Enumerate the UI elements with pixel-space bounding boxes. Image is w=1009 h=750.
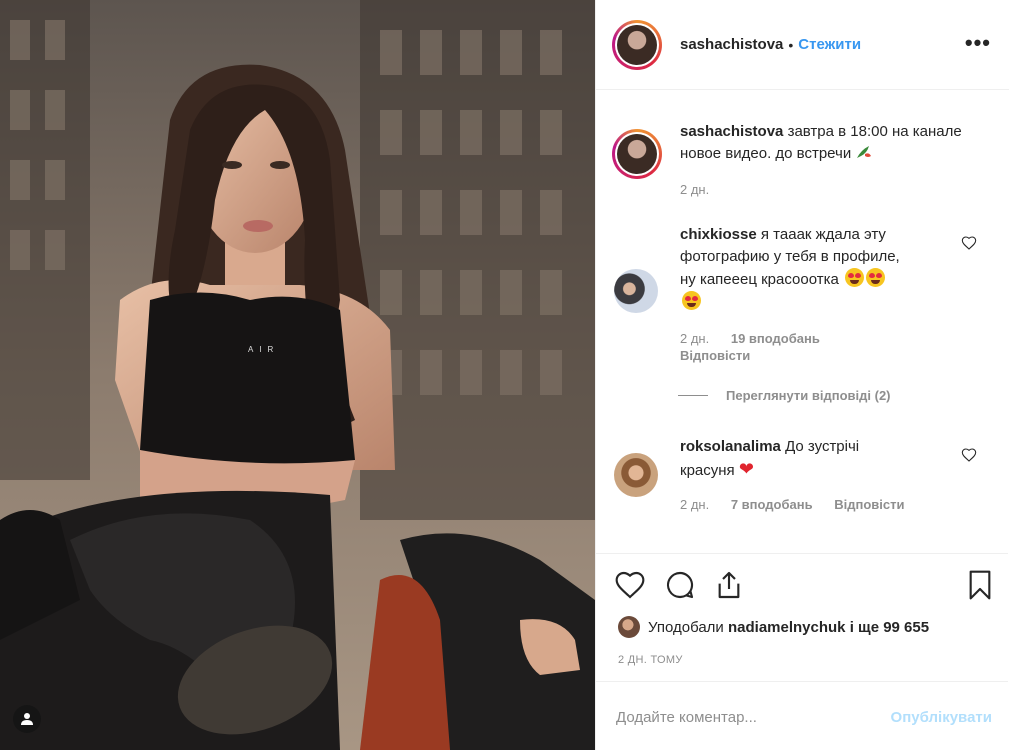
liked-by-summary[interactable]: Уподобали nadiamelnychuk і ще 99 655: [618, 616, 929, 638]
post-header: sashachistova • Стежити •••: [596, 0, 1009, 90]
more-options-icon[interactable]: •••: [965, 30, 991, 56]
publish-comment-button[interactable]: Опублікувати: [891, 709, 992, 726]
author-username[interactable]: sashachistova: [680, 36, 783, 53]
caption-age: 2 дн.: [680, 182, 710, 197]
comment-meta: 2 дн. 7 вподобань Відповісти: [680, 497, 904, 512]
comment-username[interactable]: chixkiosse: [680, 226, 757, 243]
tagged-people-button[interactable]: [13, 705, 41, 733]
follow-button[interactable]: Стежити: [798, 36, 861, 53]
separator-dot: •: [788, 36, 794, 53]
like-comment-heart-icon[interactable]: [961, 235, 977, 251]
caption-username[interactable]: sashachistova: [680, 123, 783, 140]
liked-by-prefix: Уподобали: [648, 618, 724, 636]
comment-meta: 2 дн. 19 вподобань: [680, 331, 820, 346]
add-comment-bar: Додайте коментар... Опублікувати: [596, 681, 1008, 750]
red-heart-emoji-icon: ❤: [738, 459, 754, 479]
save-bookmark-icon[interactable]: [966, 569, 994, 601]
liker-avatar: [618, 616, 640, 638]
comment-input[interactable]: Додайте коментар...: [616, 709, 757, 726]
comment-likes-count[interactable]: 19 вподобань: [731, 331, 820, 346]
comment-body-line: красуня: [680, 462, 735, 479]
caption-text: sashachistova завтра в 18:00 на каналe н…: [680, 121, 980, 165]
comment-username[interactable]: roksolanalima: [680, 438, 781, 455]
heart-eyes-emoji-icon: [682, 291, 701, 310]
share-icon[interactable]: [713, 569, 745, 601]
comment-body-line: До зустрічі: [785, 438, 860, 455]
likes-count[interactable]: і ще 99 655: [850, 619, 929, 636]
comment-text: roksolanalima До зустрічі красуня ❤: [680, 436, 970, 482]
comment-avatar[interactable]: [614, 269, 658, 313]
comment-age: 2 дн.: [680, 497, 710, 512]
comment-body-line: ну капееец красооотка: [680, 271, 839, 288]
post-timestamp[interactable]: 2 ДН. ТОМУ: [618, 654, 683, 666]
view-replies-label: Переглянути відповіді (2): [726, 388, 891, 403]
view-replies-button[interactable]: Переглянути відповіді (2): [678, 388, 891, 403]
author-avatar[interactable]: [612, 19, 662, 70]
photo-image: AIR: [0, 0, 595, 750]
post-actions: Уподобали nadiamelnychuk і ще 99 655 2 Д…: [596, 553, 1008, 681]
plant-emoji-icon: [855, 144, 873, 160]
comment-text: chixkiosse я тааак ждала эту фотографию …: [680, 224, 970, 314]
post-details-panel: sashachistova • Стежити ••• sashachistov…: [595, 0, 1009, 750]
liker-username[interactable]: nadiamelnychuk: [728, 619, 846, 636]
comment-likes-count[interactable]: 7 вподобань: [731, 497, 813, 512]
reply-button[interactable]: Відповісти: [680, 348, 750, 363]
post-photo[interactable]: AIR: [0, 0, 595, 750]
svg-text:AIR: AIR: [248, 345, 279, 354]
reply-button[interactable]: Відповісти: [834, 497, 904, 512]
comments-list[interactable]: sashachistova завтра в 18:00 на каналe н…: [596, 91, 1008, 553]
comment-body-line: я тааак ждала эту: [760, 226, 886, 243]
comment-avatar[interactable]: [614, 453, 658, 497]
caption-avatar[interactable]: [612, 129, 662, 179]
like-comment-heart-icon[interactable]: [961, 447, 977, 463]
heart-eyes-emoji-icon: [844, 268, 864, 287]
user-icon: [21, 713, 33, 725]
comment-body-line: фотографию у тебя в профиле,: [680, 248, 900, 265]
like-heart-icon[interactable]: [614, 569, 646, 601]
heart-eyes-emoji-icon: [865, 268, 885, 287]
comment-age: 2 дн.: [680, 331, 710, 346]
comment-bubble-icon[interactable]: [664, 569, 696, 601]
